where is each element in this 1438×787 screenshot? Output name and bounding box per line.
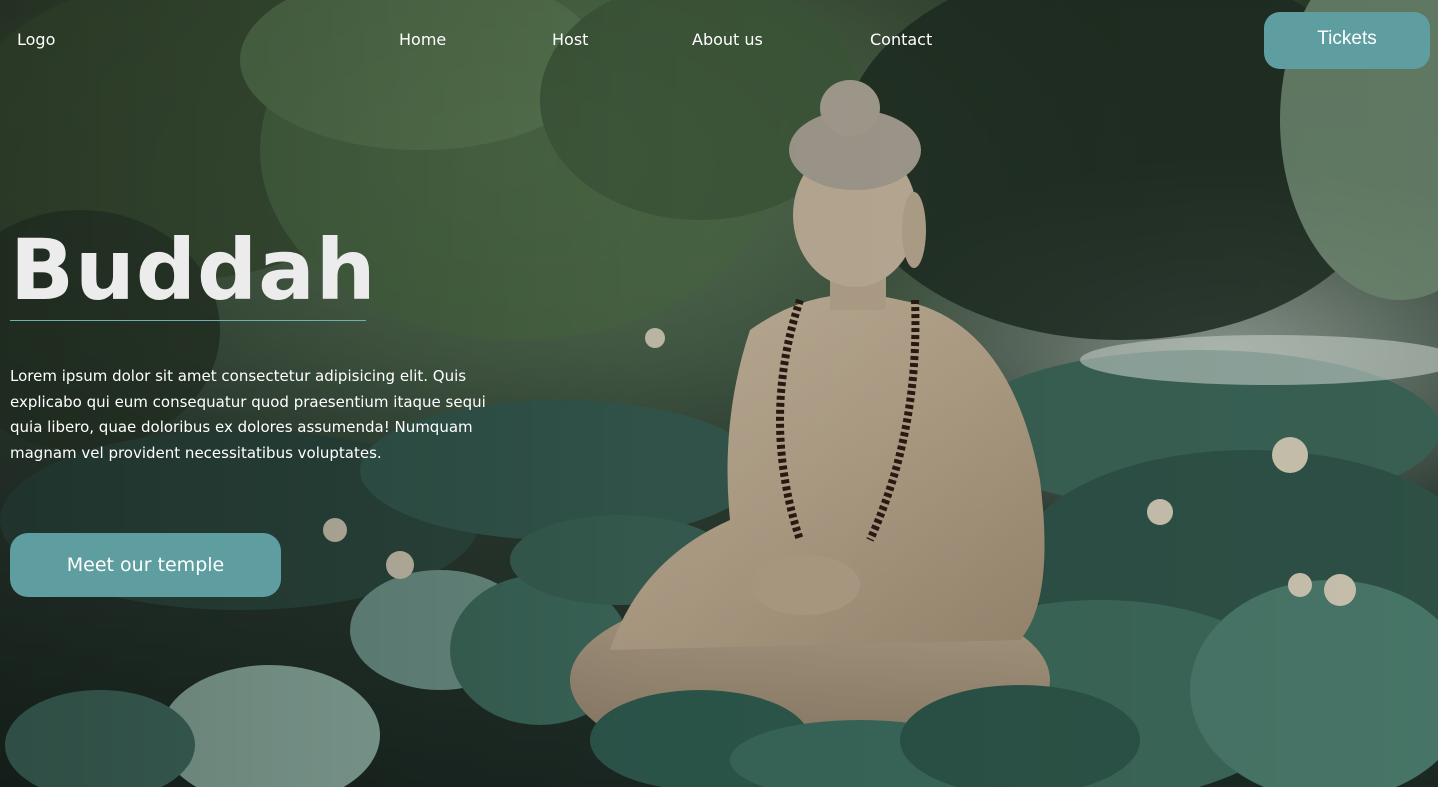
nav-link-about-us[interactable]: About us xyxy=(692,30,763,49)
hero-description: Lorem ipsum dolor sit amet consectetur a… xyxy=(10,367,486,462)
title-underline xyxy=(10,320,366,321)
tickets-button[interactable]: Tickets xyxy=(1264,12,1430,69)
nav-link-contact[interactable]: Contact xyxy=(870,30,932,49)
nav-link-host[interactable]: Host xyxy=(552,30,588,49)
meet-our-temple-button[interactable]: Meet our temple xyxy=(10,533,281,597)
hero-title: Buddah xyxy=(10,221,377,319)
logo[interactable]: Logo xyxy=(17,30,55,49)
nav-link-home[interactable]: Home xyxy=(399,30,446,49)
hero-section: Logo Home Host About us Contact Tickets … xyxy=(0,0,1438,787)
top-nav: Logo Home Host About us Contact Tickets xyxy=(0,0,1438,80)
